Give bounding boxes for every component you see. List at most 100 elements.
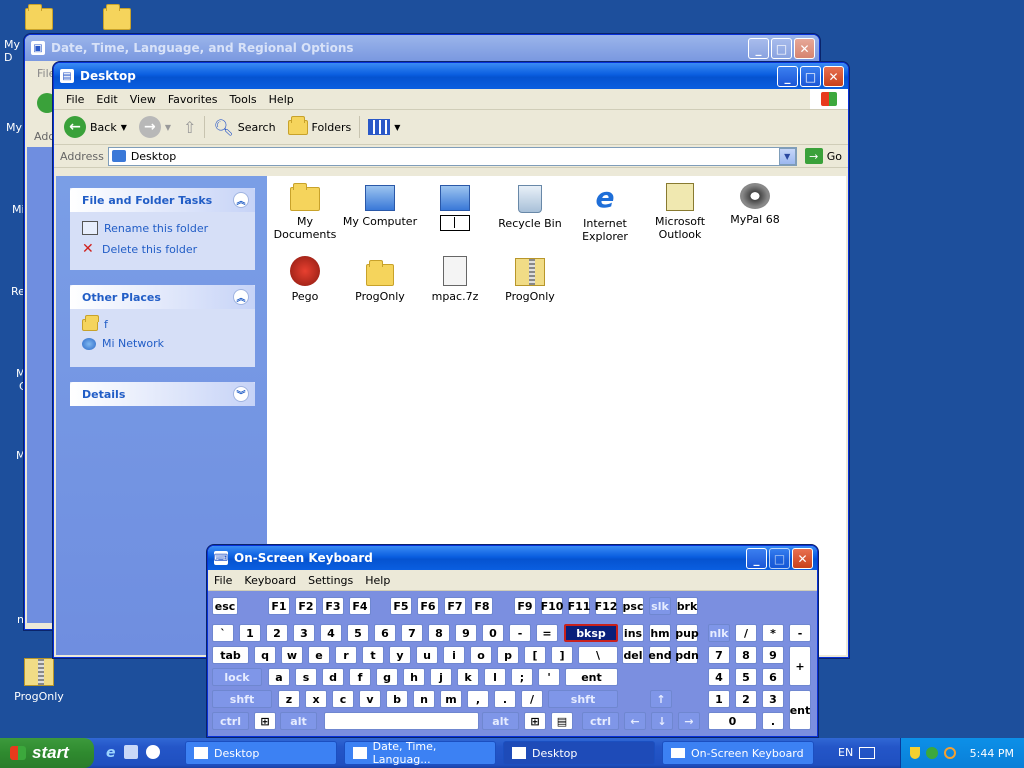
key-hm[interactable]: hm <box>649 624 671 642</box>
key-y[interactable]: y <box>389 646 411 664</box>
key-alt[interactable]: alt <box>482 712 519 730</box>
key-nlk[interactable]: nlk <box>708 624 730 642</box>
key-ent[interactable]: ent <box>565 668 618 686</box>
key-j[interactable]: j <box>430 668 452 686</box>
key-F1[interactable]: F1 <box>268 597 290 615</box>
key-del[interactable]: del <box>622 646 644 664</box>
menu-file[interactable]: File <box>208 574 238 587</box>
close-button[interactable]: ✕ <box>794 38 815 59</box>
date-time-titlebar[interactable]: ▣ Date, Time, Language, and Regional Opt… <box>25 35 819 61</box>
key-sym18[interactable]: / <box>735 624 757 642</box>
language-indicator[interactable]: EN <box>838 746 876 759</box>
file-item-progonly-zip[interactable]: ProgOnly <box>492 256 568 303</box>
taskbar-item-desktop-1[interactable]: Desktop <box>185 741 337 765</box>
menu-file[interactable]: File <box>54 93 90 106</box>
address-input[interactable]: Desktop ▼ <box>107 146 797 166</box>
key-F10[interactable]: F10 <box>541 597 563 615</box>
collapse-icon[interactable]: ︽ <box>233 289 249 305</box>
go-button[interactable]: → Go <box>801 148 842 164</box>
key-F6[interactable]: F6 <box>417 597 439 615</box>
key-sym10[interactable]: ; <box>511 668 533 686</box>
panel-header[interactable]: Other Places ︽ <box>70 285 255 309</box>
key-f[interactable]: f <box>349 668 371 686</box>
desktop-icon-folder[interactable] <box>82 2 152 34</box>
explorer-titlebar[interactable]: ▤ Desktop _ □ ✕ <box>54 63 848 89</box>
key-bksp[interactable]: bksp <box>564 624 618 642</box>
key-1[interactable]: 1 <box>239 624 261 642</box>
network-tray-icon[interactable] <box>925 747 938 759</box>
key-sym0[interactable]: ` <box>212 624 234 642</box>
menu-tools[interactable]: Tools <box>224 93 263 106</box>
file-item-progonly-folder[interactable]: ProgOnly <box>342 256 418 303</box>
key-esc[interactable]: esc <box>212 597 238 615</box>
key-c[interactable]: c <box>332 690 354 708</box>
key-F8[interactable]: F8 <box>471 597 493 615</box>
key-F11[interactable]: F11 <box>568 597 590 615</box>
key-e[interactable]: e <box>308 646 330 664</box>
key-q[interactable]: q <box>254 646 276 664</box>
menu-help[interactable]: Help <box>359 574 396 587</box>
key-sym11[interactable]: [ <box>524 646 546 664</box>
osk-window[interactable]: ⌨ On-Screen Keyboard _ □ ✕ File Keyboard… <box>207 545 818 737</box>
maximize-button[interactable]: □ <box>800 66 821 87</box>
file-item-mypal[interactable]: MyPal 68 <box>717 181 793 226</box>
taskbar-item-desktop-2[interactable]: Desktop <box>503 741 655 765</box>
key-F2[interactable]: F2 <box>295 597 317 615</box>
key-h[interactable]: h <box>403 668 425 686</box>
key-d[interactable]: d <box>322 668 344 686</box>
key-sym12[interactable]: = <box>536 624 558 642</box>
key-sym11[interactable]: - <box>509 624 531 642</box>
internet-explorer-icon[interactable]: e <box>106 745 116 761</box>
key-psc[interactable]: psc <box>622 597 644 615</box>
key-brk[interactable]: brk <box>676 597 698 615</box>
close-button[interactable]: ✕ <box>823 66 844 87</box>
windows-logo-icon[interactable]: ⊞ <box>524 712 546 730</box>
key-z[interactable]: z <box>278 690 300 708</box>
desktop-icon-progonly[interactable]: ProgOnly <box>4 658 74 703</box>
file-item-recycle-bin[interactable]: Recycle Bin <box>492 181 568 230</box>
key-v[interactable]: v <box>359 690 381 708</box>
key-alt[interactable]: alt <box>280 712 317 730</box>
key-sym20[interactable]: - <box>789 624 811 642</box>
key-end[interactable]: end <box>648 646 672 664</box>
osk-titlebar[interactable]: ⌨ On-Screen Keyboard _ □ ✕ <box>208 546 817 570</box>
key-6[interactable]: 6 <box>374 624 396 642</box>
windows-logo-icon[interactable]: ⊞ <box>254 712 276 730</box>
menu-view[interactable]: View <box>124 93 162 106</box>
key-sym4[interactable]: ← <box>624 712 646 730</box>
key-ins[interactable]: ins <box>622 624 644 642</box>
up-button[interactable]: ⇧ <box>179 116 200 139</box>
file-item-network[interactable] <box>417 181 493 231</box>
key-space[interactable] <box>324 712 479 730</box>
security-shield-icon[interactable] <box>909 747 920 759</box>
taskbar-item-osk[interactable]: On-Screen Keyboard <box>662 741 814 765</box>
key-a[interactable]: a <box>268 668 290 686</box>
back-button[interactable]: ← Back ▼ <box>60 114 131 140</box>
key-u[interactable]: u <box>416 646 438 664</box>
key-pdn[interactable]: pdn <box>675 646 699 664</box>
key-tab[interactable]: tab <box>212 646 249 664</box>
key-F7[interactable]: F7 <box>444 597 466 615</box>
key-pup[interactable]: pup <box>675 624 699 642</box>
key-ctrl[interactable]: ctrl <box>212 712 249 730</box>
file-item-outlook[interactable]: Microsoft Outlook <box>642 181 718 241</box>
collapse-icon[interactable]: ︽ <box>233 192 249 208</box>
file-item-internet-explorer[interactable]: e Internet Explorer <box>567 181 643 244</box>
rename-folder-link[interactable]: Rename this folder <box>70 218 255 238</box>
key-r[interactable]: r <box>335 646 357 664</box>
key-2[interactable]: 2 <box>266 624 288 642</box>
key-2[interactable]: 2 <box>735 690 757 708</box>
key-F9[interactable]: F9 <box>514 597 536 615</box>
folders-button[interactable]: Folders <box>284 115 356 137</box>
panel-header[interactable]: File and Folder Tasks ︽ <box>70 188 255 212</box>
key-sym6[interactable]: → <box>678 712 700 730</box>
close-button[interactable]: ✕ <box>792 548 813 569</box>
maximize-button[interactable]: □ <box>771 38 792 59</box>
minimize-button[interactable]: _ <box>777 66 798 87</box>
key-x[interactable]: x <box>305 690 327 708</box>
key-shft[interactable]: shft <box>212 690 272 708</box>
key-9[interactable]: 9 <box>455 624 477 642</box>
key-F12[interactable]: F12 <box>595 597 617 615</box>
key-k[interactable]: k <box>457 668 479 686</box>
key-4[interactable]: 4 <box>708 668 730 686</box>
